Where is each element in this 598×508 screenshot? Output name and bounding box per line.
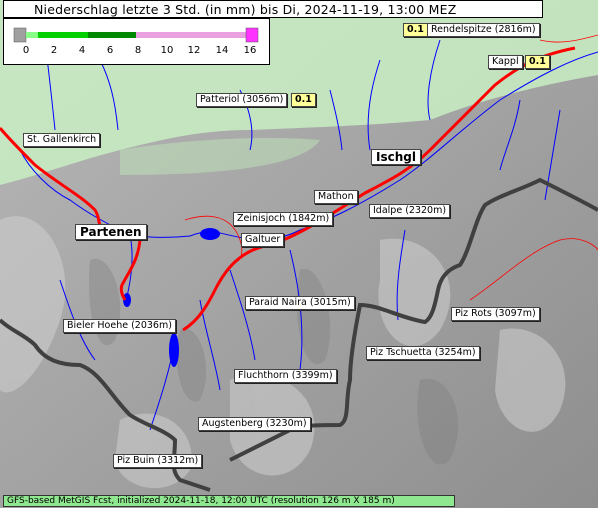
legend-tick: 6 — [106, 45, 114, 56]
place-label: St. Gallenkirch — [23, 133, 101, 147]
place-label: Rendelspitze (2816m) — [427, 23, 540, 37]
place-label: Kappl — [488, 55, 523, 69]
legend-colorbar — [13, 27, 259, 43]
legend-tick: 0 — [22, 45, 30, 56]
legend-tick: 10 — [160, 45, 174, 56]
place-label: Fluchthorn (3399m) — [234, 369, 337, 383]
place-label: Idalpe (2320m) — [369, 204, 451, 218]
place-label: Piz Tschuetta (3254m) — [366, 346, 480, 360]
legend-tick: 8 — [134, 45, 142, 56]
map-footer: GFS-based MetGIS Fcst, initialized 2024-… — [3, 495, 455, 507]
legend-tick: 16 — [243, 45, 257, 56]
place-label: Zeinisjoch (1842m) — [233, 212, 334, 226]
place-label: Partenen — [75, 224, 147, 240]
place-label: Paraid Naira (3015m) — [245, 296, 355, 310]
place-label: Bieler Hoehe (2036m) — [63, 319, 176, 333]
place-label: Piz Buin (3312m) — [113, 454, 203, 468]
legend-ticks: 0 2 4 6 8 10 12 14 16 — [4, 45, 271, 61]
place-label: Ischgl — [371, 149, 421, 165]
legend-tick: 2 — [50, 45, 58, 56]
legend-tick: 12 — [187, 45, 201, 56]
place-label: Patteriol (3056m) — [196, 93, 288, 107]
place-value: 0.1 — [403, 23, 428, 37]
precip-legend: 0 2 4 6 8 10 12 14 16 — [3, 18, 270, 65]
place-label: Augstenberg (3230m) — [198, 417, 311, 431]
map-title: Niederschlag letzte 3 Std. (in mm) bis D… — [3, 0, 543, 18]
legend-tick: 14 — [215, 45, 229, 56]
legend-tick: 4 — [78, 45, 86, 56]
place-label: Piz Rots (3097m) — [451, 307, 540, 321]
place-value: 0.1 — [291, 93, 316, 107]
place-value: 0.1 — [525, 55, 550, 69]
place-label: Mathon — [314, 190, 358, 204]
terrain-map — [0, 0, 598, 508]
place-label: Galtuer — [241, 233, 285, 247]
